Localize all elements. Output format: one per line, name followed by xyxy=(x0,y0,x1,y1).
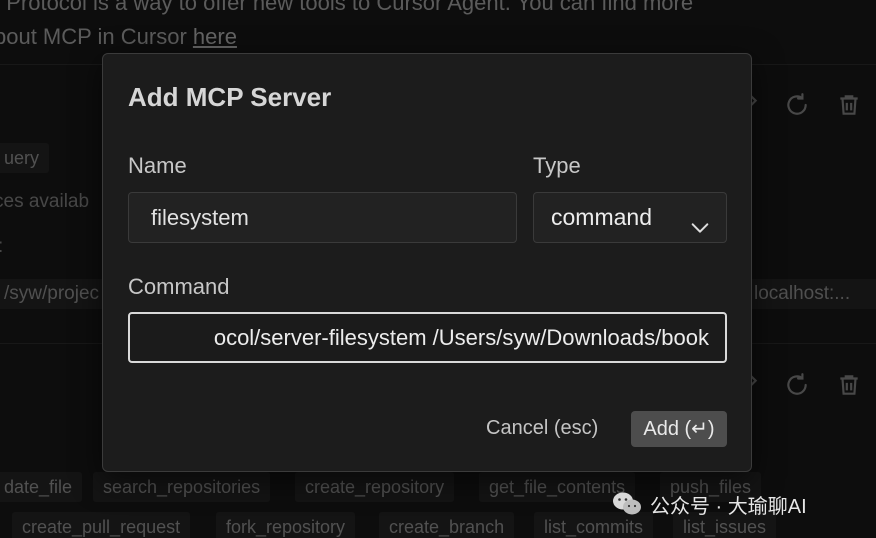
name-label: Name xyxy=(128,153,187,178)
dialog-title: Add MCP Server xyxy=(128,82,332,112)
type-label: Type xyxy=(533,153,581,178)
command-input[interactable]: ocol/server-filesystem /Users/syw/Downlo… xyxy=(128,312,727,363)
name-input[interactable] xyxy=(128,192,517,243)
add-mcp-server-dialog: Add MCP Server Name Type command Command… xyxy=(102,53,752,472)
command-input-value: ocol/server-filesystem /Users/syw/Downlo… xyxy=(213,325,709,350)
watermark-text: 公众号 · 大瑜聊AI xyxy=(650,495,807,518)
chevron-down-icon xyxy=(689,207,711,233)
type-select[interactable]: command xyxy=(533,192,727,243)
type-select-value: command xyxy=(551,204,652,230)
wechat-icon xyxy=(613,492,641,515)
cancel-button[interactable]: Cancel (esc) xyxy=(486,417,598,440)
add-button[interactable]: Add (↵) xyxy=(631,411,727,447)
command-label: Command xyxy=(128,274,230,299)
wechat-watermark: 公众号 · 大瑜聊AI xyxy=(612,486,807,522)
